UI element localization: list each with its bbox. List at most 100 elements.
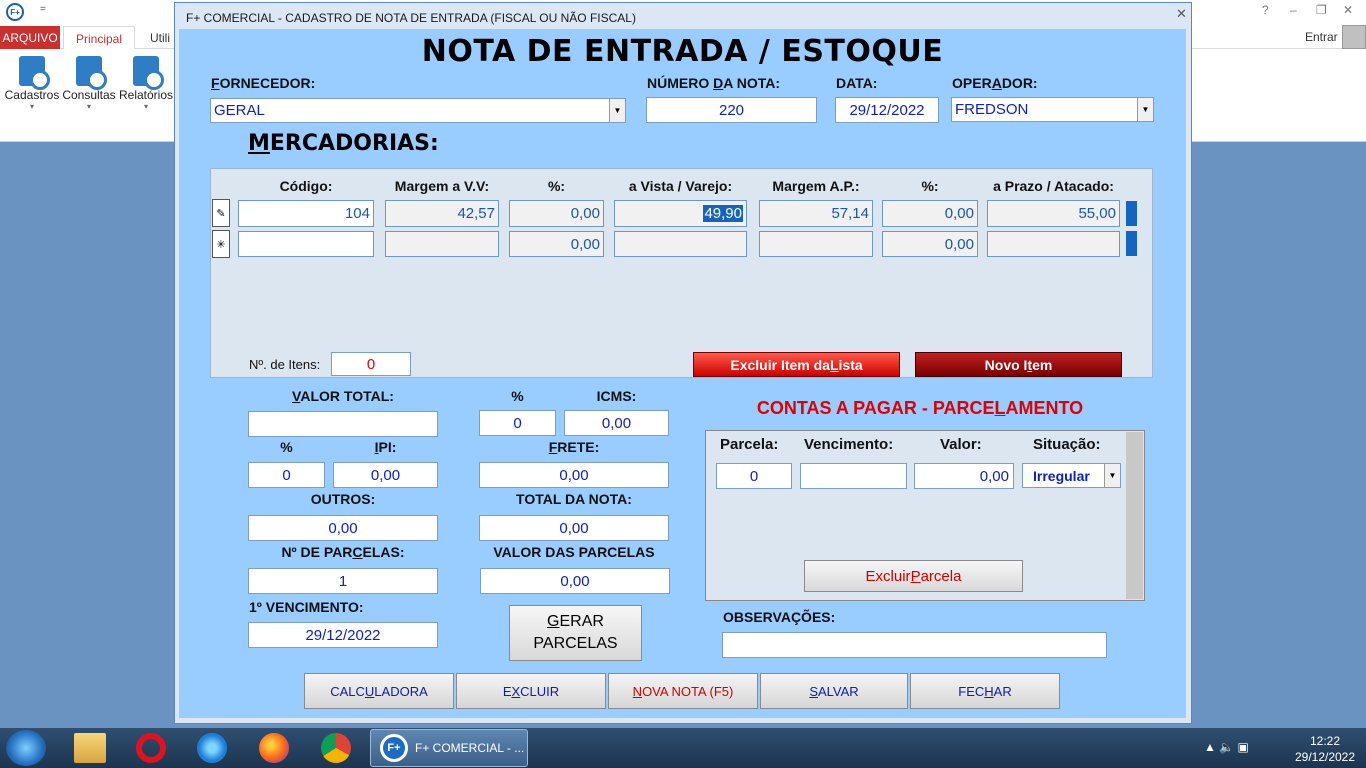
app-logo-icon: F+ [6, 3, 24, 21]
icms-input[interactable]: 0,00 [564, 410, 669, 436]
chevron-down-icon: ▾ [86, 102, 91, 111]
tab-principal[interactable]: Principal [63, 26, 135, 50]
gerar-parcelas-button[interactable]: GERAR PARCELAS [509, 605, 642, 661]
frete-input[interactable]: 0,00 [479, 462, 669, 488]
prazo-atacado-cell[interactable]: 55,00 [987, 200, 1120, 227]
frete-label: FRETE: [548, 439, 600, 455]
consultas-button[interactable]: Consultas ▾ [61, 52, 117, 111]
chrome-browser-icon[interactable] [321, 733, 351, 763]
prazo-atacado-cell[interactable] [987, 231, 1120, 257]
row-selector-edit-icon[interactable]: ✎ [212, 199, 230, 227]
vista-varejo-cell[interactable] [614, 231, 747, 257]
dropdown-arrow-icon[interactable]: ▼ [609, 99, 625, 122]
parcela-input[interactable]: 0 [716, 463, 792, 489]
calculadora-button[interactable]: CALC U LADORA [304, 673, 454, 709]
ipi-pct-input[interactable]: 0 [248, 462, 325, 488]
internet-explorer-icon[interactable] [197, 733, 227, 763]
pct1-cell[interactable]: 0,00 [509, 231, 604, 257]
margem-ap-cell[interactable]: 57,14 [759, 200, 873, 227]
search-document-icon [76, 56, 107, 90]
valor-total-input[interactable] [248, 411, 438, 437]
codigo-cell[interactable] [238, 231, 374, 257]
firefox-browser-icon[interactable] [259, 733, 289, 763]
col-header-parcela: Parcela: [720, 436, 779, 453]
pct2-cell[interactable]: 0,00 [882, 231, 978, 257]
minimize-icon[interactable]: – [1290, 3, 1297, 17]
row-selector-new-icon[interactable]: ✳ [212, 230, 230, 258]
primeiro-vencimento-input[interactable]: 29/12/2022 [248, 622, 438, 648]
outros-input[interactable]: 0,00 [248, 515, 438, 541]
excluir-parcela-button[interactable]: Excluir Parcela [804, 560, 1023, 592]
avatar[interactable] [1342, 25, 1366, 49]
clock-time: 12:22 [1309, 734, 1341, 748]
col-header-margem-vv: Margem a V.V: [394, 178, 490, 194]
pct2-cell[interactable]: 0,00 [882, 200, 978, 227]
numero-nota-label: NÚMERO DA NOTA: [647, 75, 781, 91]
pct1-cell[interactable]: 0,00 [509, 200, 604, 227]
excluir-item-button[interactable]: Excluir Item da Lista [693, 352, 900, 377]
cadastros-button[interactable]: Cadastros ▾ [4, 52, 60, 111]
total-nota-label: TOTAL DA NOTA: [516, 491, 632, 507]
valor-input[interactable]: 0,00 [914, 463, 1014, 489]
salvar-button[interactable]: S ALVAR [760, 673, 908, 709]
n-parcelas-input[interactable]: 1 [248, 568, 438, 594]
observacoes-label: OBSERVAÇÕES: [723, 609, 836, 625]
codigo-cell[interactable]: 104 [238, 200, 374, 227]
n-itens-label: Nº. de Itens: [249, 357, 321, 372]
vencimento-input[interactable] [800, 463, 907, 489]
dropdown-arrow-icon[interactable]: ▼ [1104, 464, 1120, 487]
operador-label: OPERADOR: [952, 75, 1038, 91]
data-input[interactable]: 29/12/2022 [835, 97, 939, 123]
report-clipboard-icon [133, 56, 164, 90]
fornecedor-select[interactable]: GERAL ▼ [210, 98, 626, 123]
chevron-down-icon: ▾ [143, 102, 148, 111]
close-icon[interactable]: ✕ [1343, 3, 1353, 17]
relatorios-button[interactable]: Relatórios ▾ [118, 52, 174, 111]
taskbar-clock[interactable]: 12:22 29/12/2022 [1290, 733, 1360, 765]
row-marker [1126, 201, 1137, 226]
n-itens-value: 0 [331, 352, 411, 376]
help-icon[interactable]: ? [1262, 3, 1269, 17]
tab-arquivo[interactable]: ARQUIVO [0, 26, 60, 50]
col-header-pct2: %: [921, 178, 939, 194]
taskbar-app-label: F+ COMERCIAL - ... [415, 741, 525, 755]
parcelas-scrollbar[interactable] [1126, 432, 1143, 599]
maximize-icon[interactable]: ❐ [1316, 3, 1327, 17]
dialog-close-icon[interactable]: ✕ [1176, 6, 1187, 22]
col-header-valor: Valor: [940, 436, 982, 453]
fechar-button[interactable]: FEC H AR [910, 673, 1060, 709]
operador-select[interactable]: FREDSON ▼ [951, 97, 1154, 122]
situacao-select[interactable]: Irregular ▼ [1022, 463, 1121, 488]
vista-varejo-cell[interactable]: 49,90 [614, 200, 747, 227]
col-header-situacao: Situação: [1033, 436, 1101, 453]
start-button-windows-icon[interactable] [6, 730, 46, 766]
nova-nota-button[interactable]: N OVA NOTA (F5) [608, 673, 758, 709]
file-explorer-icon[interactable] [74, 733, 106, 763]
margem-ap-cell[interactable] [759, 231, 873, 257]
novo-item-button[interactable]: Novo It em [915, 352, 1122, 377]
margem-vv-cell[interactable]: 42,57 [385, 200, 499, 227]
ipi-input[interactable]: 0,00 [333, 462, 438, 488]
total-nota-input[interactable]: 0,00 [479, 515, 669, 541]
system-tray-icons[interactable]: ▲ 🔈 ▣ [1204, 740, 1249, 754]
margem-vv-cell[interactable] [385, 231, 499, 257]
quick-access-toolbar[interactable]: = [40, 4, 46, 15]
contas-a-pagar-heading: CONTAS A PAGAR - PARCELAMENTO [756, 398, 1084, 418]
fcomercial-app-icon: F+ [380, 734, 408, 762]
col-header-prazo-atacado: a Prazo / Atacado: [993, 178, 1114, 194]
document-add-icon [19, 56, 50, 90]
excluir-button[interactable]: E X CLUIR [456, 673, 606, 709]
opera-browser-icon[interactable] [136, 733, 166, 763]
numero-nota-input[interactable]: 220 [646, 97, 817, 123]
icms-pct-input[interactable]: 0 [479, 410, 556, 436]
entrar-link[interactable]: Entrar [1305, 30, 1338, 44]
tab-utilitarios[interactable]: Utili [150, 31, 170, 45]
valor-total-label: VALOR TOTAL: [292, 388, 394, 404]
ipi-pct-label: % [280, 439, 293, 455]
valor-parcelas-input[interactable]: 0,00 [480, 568, 670, 594]
observacoes-input[interactable] [722, 632, 1107, 658]
outros-label: OUTROS: [310, 491, 376, 507]
dropdown-arrow-icon[interactable]: ▼ [1137, 98, 1153, 121]
icms-label: ICMS: [596, 388, 637, 404]
chevron-down-icon: ▾ [29, 102, 34, 111]
